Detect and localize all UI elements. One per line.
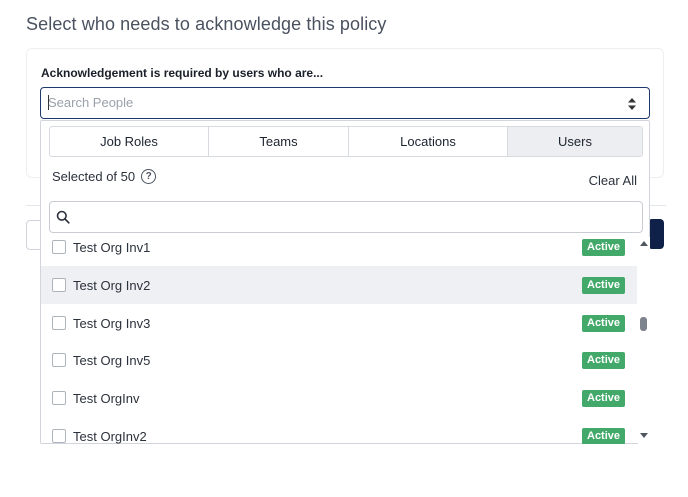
tab-users[interactable]: Users	[508, 127, 642, 156]
status-badge: Active	[582, 427, 626, 444]
list-item[interactable]: Test OrgInv Active	[41, 379, 637, 417]
tab-teams[interactable]: Teams	[209, 127, 349, 156]
people-dropdown: Job Roles Teams Locations Users Selected…	[40, 120, 650, 444]
user-checkbox[interactable]	[52, 429, 66, 443]
user-search-input[interactable]	[76, 203, 636, 231]
user-list: Test Org Inv1 Active Test Org Inv2 Activ…	[41, 237, 637, 444]
list-scrollbar[interactable]	[638, 237, 650, 444]
user-search-box[interactable]	[49, 201, 643, 233]
scroll-up-arrow-icon[interactable]	[640, 241, 648, 246]
tab-bar: Job Roles Teams Locations Users	[49, 126, 643, 157]
field-label: Acknowledgement is required by users who…	[41, 66, 324, 80]
status-badge: Active	[582, 238, 626, 256]
status-badge: Active	[582, 389, 626, 407]
list-item[interactable]: Test Org Inv5 Active	[41, 341, 637, 379]
clear-all-button[interactable]: Clear All	[589, 173, 637, 188]
question-circle-icon[interactable]: ?	[141, 169, 157, 184]
user-name: Test Org Inv2	[73, 277, 151, 293]
list-item[interactable]: Test Org Inv1 Active	[41, 237, 637, 266]
user-name: Test OrgInv2	[73, 428, 147, 444]
status-badge: Active	[582, 351, 626, 369]
user-name: Test Org Inv5	[73, 352, 151, 368]
list-item[interactable]: Test Org Inv2 Active	[41, 266, 637, 304]
page-title: Select who needs to acknowledge this pol…	[26, 14, 387, 34]
scroll-thumb[interactable]	[640, 317, 647, 331]
selected-count: Selected of 50 ?	[52, 169, 157, 184]
list-item[interactable]: Test Org Inv3 Active	[41, 304, 637, 342]
user-name: Test Org Inv1	[73, 239, 151, 255]
sort-arrows-icon[interactable]	[628, 98, 636, 110]
list-item[interactable]: Test OrgInv2 Active	[41, 417, 637, 444]
user-checkbox[interactable]	[52, 240, 66, 254]
user-name: Test Org Inv3	[73, 315, 151, 331]
search-icon	[56, 210, 70, 224]
selected-count-text: Selected of 50	[52, 169, 136, 184]
user-checkbox[interactable]	[52, 316, 66, 330]
user-checkbox[interactable]	[52, 353, 66, 367]
primary-button[interactable]	[648, 219, 664, 249]
user-name: Test OrgInv	[73, 390, 140, 406]
search-people-input[interactable]	[41, 88, 621, 117]
tab-locations[interactable]: Locations	[349, 127, 508, 156]
people-search-select[interactable]	[40, 87, 650, 119]
status-badge: Active	[582, 276, 626, 294]
tab-job-roles[interactable]: Job Roles	[50, 127, 209, 156]
user-checkbox[interactable]	[52, 391, 66, 405]
user-checkbox[interactable]	[52, 278, 66, 292]
scroll-down-arrow-icon[interactable]	[640, 433, 648, 438]
status-badge: Active	[582, 314, 626, 332]
